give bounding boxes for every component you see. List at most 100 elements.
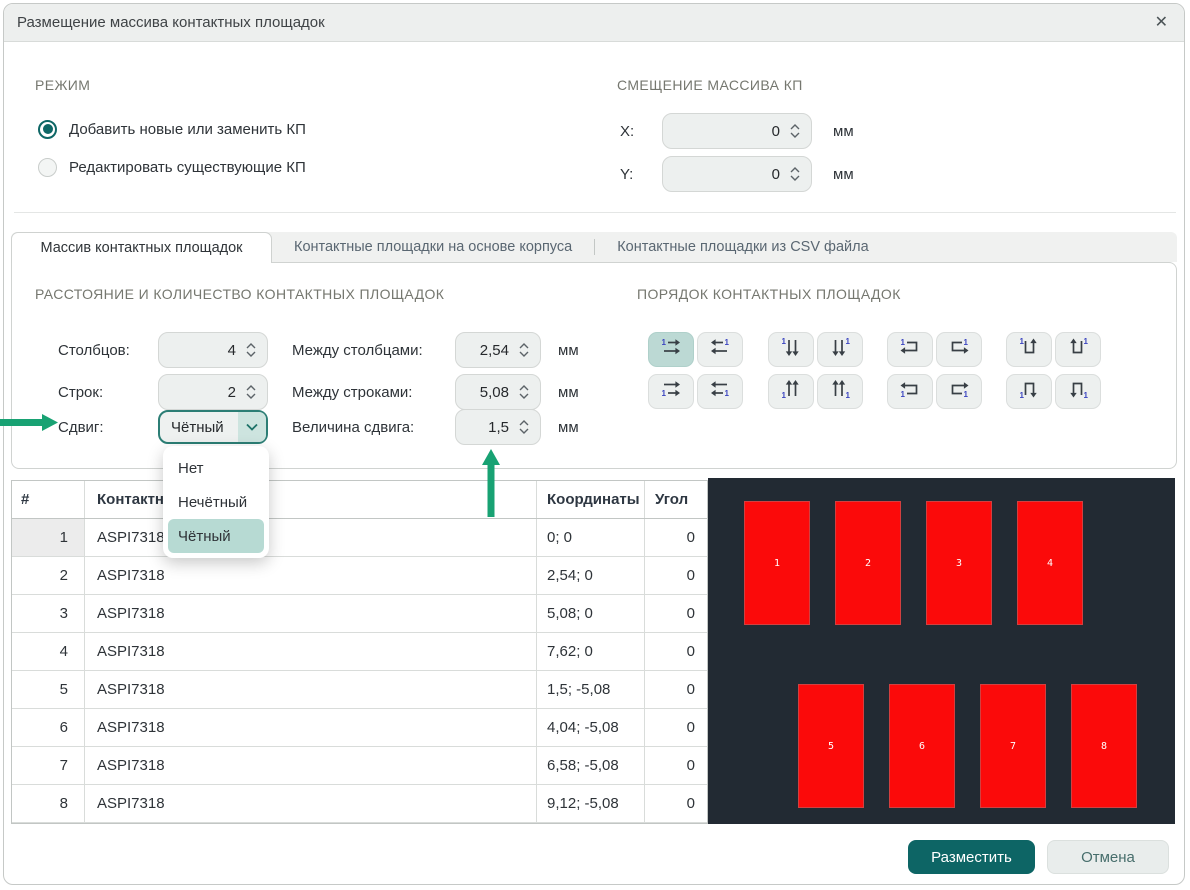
order-snake-rows-from-top-left-button[interactable]: 1 [887, 332, 933, 367]
offset-y-value: 0 [675, 166, 780, 183]
order-snake-cols-from-top-left-button[interactable]: 1 [1006, 332, 1052, 367]
shift-select[interactable]: Чётный [158, 410, 268, 444]
order-snake-rows-from-bottom-right-button[interactable]: 1 [936, 374, 982, 409]
order-cols-up-from-right-icon: 1 [827, 377, 853, 406]
table-row[interactable]: 5ASPI73181,5; -5,080 [12, 671, 707, 709]
svg-text:1: 1 [1020, 391, 1025, 400]
row-num: 1 [12, 519, 85, 556]
columns-label: Столбцов: [58, 332, 130, 368]
row-angle: 0 [645, 671, 707, 708]
order-rows-left-from-top-button[interactable]: 1 [697, 332, 743, 367]
row-angle: 0 [645, 709, 707, 746]
order-heading: ПОРЯДОК КОНТАКТНЫХ ПЛОЩАДОК [637, 286, 901, 302]
row-spacing-spinner[interactable]: 5,08 [455, 374, 541, 410]
shift-label: Сдвиг: [58, 409, 104, 445]
radio-icon[interactable] [38, 120, 57, 139]
columns-spinner[interactable]: 4 [158, 332, 268, 368]
dropdown-option-1[interactable]: Нечётный [163, 485, 269, 519]
screenshot-stage: Размещение массива контактных площадок ✕… [0, 0, 1190, 890]
table-header-row: # Контактная площадка Координаты Угол [12, 481, 707, 519]
row-coords: 2,54; 0 [537, 557, 645, 594]
order-snake-rows-from-top-right-button[interactable]: 1 [936, 332, 982, 367]
chevron-down-icon[interactable] [238, 412, 266, 442]
spacing-heading: РАССТОЯНИЕ И КОЛИЧЕСТВО КОНТАКТНЫХ ПЛОЩА… [35, 286, 444, 302]
rows-label: Строк: [58, 374, 103, 410]
order-button-group-2: 1 1 1 1 [887, 332, 982, 409]
rows-value: 2 [171, 384, 236, 401]
dialog-title: Размещение массива контактных площадок [17, 4, 325, 42]
spinner-updown-icon[interactable] [789, 124, 801, 138]
tab-1[interactable]: Контактные площадки на основе корпуса [272, 232, 594, 262]
svg-text:1: 1 [1020, 337, 1025, 346]
offset-y-spinner[interactable]: 0 [662, 156, 812, 192]
order-cols-down-from-left-button[interactable]: 1 [768, 332, 814, 367]
order-cols-up-from-left-button[interactable]: 1 [768, 374, 814, 409]
order-snake-rows-from-bottom-left-icon: 1 [897, 377, 923, 406]
tab-2[interactable]: Контактные площадки из CSV файла [595, 232, 890, 262]
table-row[interactable]: 6ASPI73184,04; -5,080 [12, 709, 707, 747]
spinner-updown-icon[interactable] [518, 385, 530, 399]
row-num: 4 [12, 633, 85, 670]
dropdown-option-0[interactable]: Нет [163, 451, 269, 485]
preview-pad-7: 7 [980, 684, 1046, 808]
section-divider [14, 212, 1176, 213]
col-spacing-spinner[interactable]: 2,54 [455, 332, 541, 368]
table-row[interactable]: 2ASPI73182,54; 00 [12, 557, 707, 595]
cancel-button[interactable]: Отмена [1047, 840, 1169, 874]
preview-pad-1: 1 [744, 501, 810, 625]
tab-0[interactable]: Массив контактных площадок [11, 232, 272, 263]
row-pad-name: ASPI7318 [85, 709, 537, 746]
order-snake-cols-from-top-right-button[interactable]: 1 [1055, 332, 1101, 367]
dropdown-option-2[interactable]: Чётный [168, 519, 264, 553]
spinner-updown-icon[interactable] [789, 167, 801, 181]
order-snake-cols-from-bottom-right-button[interactable]: 1 [1055, 374, 1101, 409]
svg-text:1: 1 [846, 391, 851, 400]
order-snake-rows-from-bottom-left-button[interactable]: 1 [887, 374, 933, 409]
table-row[interactable]: 7ASPI73186,58; -5,080 [12, 747, 707, 785]
spinner-updown-icon[interactable] [245, 385, 257, 399]
row-num: 5 [12, 671, 85, 708]
radio-icon[interactable] [38, 158, 57, 177]
table-row[interactable]: 4ASPI73187,62; 00 [12, 633, 707, 671]
offset-y-label: Y: [620, 156, 633, 192]
shift-amount-spinner[interactable]: 1,5 [455, 409, 541, 445]
svg-text:1: 1 [964, 390, 969, 399]
svg-text:1: 1 [725, 389, 730, 398]
order-cols-up-from-right-button[interactable]: 1 [817, 374, 863, 409]
order-rows-right-from-bottom-button[interactable]: 1 [648, 374, 694, 409]
spinner-updown-icon[interactable] [245, 343, 257, 357]
svg-text:1: 1 [964, 338, 969, 347]
offset-x-unit: мм [833, 113, 854, 149]
svg-text:1: 1 [1084, 391, 1089, 400]
row-pad-name: ASPI7318 [85, 747, 537, 784]
place-button[interactable]: Разместить [908, 840, 1035, 874]
order-rows-left-from-bottom-button[interactable]: 1 [697, 374, 743, 409]
order-snake-cols-from-bottom-left-button[interactable]: 1 [1006, 374, 1052, 409]
svg-text:1: 1 [901, 390, 906, 399]
row-angle: 0 [645, 519, 707, 556]
mode-heading: РЕЖИМ [35, 77, 90, 93]
row-coords: 6,58; -5,08 [537, 747, 645, 784]
row-pad-name: ASPI7318 [85, 595, 537, 632]
order-cols-down-from-right-button[interactable]: 1 [817, 332, 863, 367]
table-row[interactable]: 3ASPI73185,08; 00 [12, 595, 707, 633]
mode-radio-add[interactable]: Добавить новые или заменить КП [38, 117, 306, 141]
offset-x-spinner[interactable]: 0 [662, 113, 812, 149]
close-icon[interactable]: ✕ [1155, 13, 1168, 33]
preview-pad-8: 8 [1071, 684, 1137, 808]
row-num: 8 [12, 785, 85, 822]
rows-spinner[interactable]: 2 [158, 374, 268, 410]
table-row[interactable]: 8ASPI73189,12; -5,080 [12, 785, 707, 823]
row-spacing-label: Между строками: [292, 374, 412, 410]
row-pad-name: ASPI7318 [85, 785, 537, 822]
table-row[interactable]: 1ASPI73180; 00 [12, 519, 707, 557]
mode-radio-edit[interactable]: Редактировать существующие КП [38, 155, 306, 179]
table-header-coords: Координаты [537, 481, 645, 518]
order-snake-cols-from-bottom-left-icon: 1 [1016, 377, 1042, 406]
order-rows-left-from-bottom-icon: 1 [707, 377, 733, 406]
shift-dropdown-popup: НетНечётныйЧётный [163, 446, 269, 558]
order-rows-right-from-top-button[interactable]: 1 [648, 332, 694, 367]
order-rows-right-from-top-icon: 1 [658, 335, 684, 364]
spinner-updown-icon[interactable] [518, 343, 530, 357]
spinner-updown-icon[interactable] [518, 420, 530, 434]
